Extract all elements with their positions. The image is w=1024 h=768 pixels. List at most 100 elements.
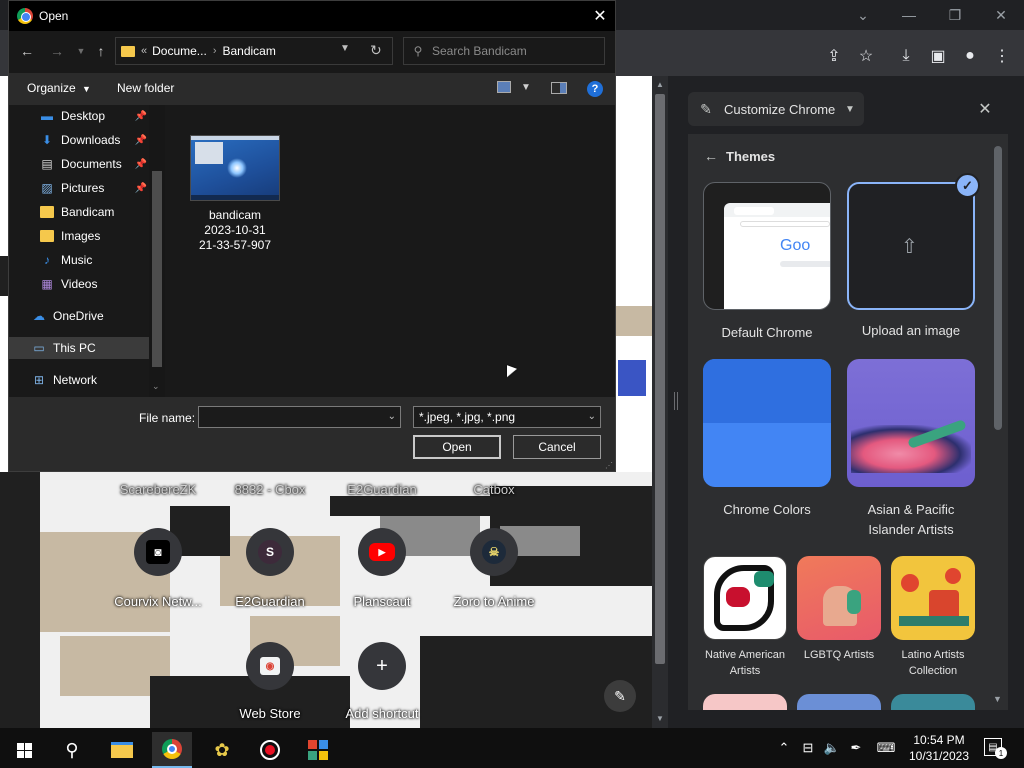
preview-pane-icon[interactable] <box>551 82 567 94</box>
organize-menu[interactable]: Organize ▼ <box>27 81 91 95</box>
theme-upload-image[interactable]: ⇧ <box>847 182 975 310</box>
change-view-icon[interactable] <box>497 81 511 93</box>
scroll-down-icon[interactable]: ⌄ <box>152 381 160 392</box>
network-icon[interactable]: ⊟ <box>796 740 820 756</box>
search-button[interactable]: ⚲ <box>52 732 92 768</box>
side-panel-icon[interactable]: ▣ <box>926 44 950 68</box>
onedrive-icon: ☁ <box>33 309 45 323</box>
overflow-chevron-icon[interactable]: « <box>141 45 147 57</box>
scroll-down-icon[interactable]: ▼ <box>993 694 1002 704</box>
shortcut-zoro[interactable]: ☠ <box>470 528 518 576</box>
nav-item-downloads[interactable]: ⬇ Downloads 📌 <box>9 129 149 151</box>
nav-item-desktop[interactable]: ▬ Desktop 📌 <box>9 105 149 127</box>
restore-button[interactable]: ❐ <box>932 0 978 30</box>
chrome-menu-icon[interactable]: ⋮ <box>990 44 1014 68</box>
theme-native-american[interactable] <box>703 556 787 640</box>
shortcut-e2guardian[interactable]: S <box>246 528 294 576</box>
page-scrollbar[interactable]: ▲ ▼ <box>652 76 668 728</box>
chrome-taskbar-button[interactable] <box>152 732 192 768</box>
minimize-button[interactable]: — <box>886 0 932 30</box>
help-icon[interactable]: ? <box>587 81 603 97</box>
dialog-titlebar[interactable]: Open ✕ <box>9 1 615 31</box>
up-arrow-icon[interactable]: ↑ <box>91 41 111 61</box>
customize-pencil-button[interactable]: ✎ <box>604 680 636 712</box>
breadcrumb-parent[interactable]: Docume... <box>152 44 207 58</box>
chevron-down-icon[interactable]: ▼ <box>521 82 531 93</box>
keyboard-icon[interactable]: ⌨ <box>868 740 904 756</box>
open-button[interactable]: Open <box>413 435 501 459</box>
nav-item-pictures[interactable]: ▨ Pictures 📌 <box>9 177 149 199</box>
notification-button[interactable]: ▤ 1 <box>984 738 1007 759</box>
bee-app-button[interactable]: ✿ <box>202 732 242 768</box>
pen-icon[interactable]: ✒ <box>844 740 868 756</box>
close-window-button[interactable]: ✕ <box>978 0 1024 30</box>
file-item[interactable]: bandicam 2023-10-31 21-33-57-907 <box>187 135 283 253</box>
nav-item-label: Network <box>53 373 98 387</box>
shortcut-planscaut[interactable]: ▶ <box>358 528 406 576</box>
search-input[interactable]: ⚲ Search Bandicam <box>403 37 605 65</box>
filename-input[interactable]: ⌄ <box>198 406 401 428</box>
scrollbar-thumb[interactable] <box>655 94 665 664</box>
artwork-image <box>945 568 961 584</box>
shortcut-courvix[interactable]: ◙ <box>134 528 182 576</box>
scrollbar-thumb[interactable] <box>994 146 1002 430</box>
themes-back-button[interactable]: ← Themes <box>704 148 775 164</box>
chevron-up-icon[interactable]: ⌃ <box>772 740 796 756</box>
panel-close-button[interactable]: ✕ <box>974 98 996 120</box>
panel-scrollbar[interactable]: ▼ <box>992 146 1004 708</box>
filetype-select[interactable]: *.jpeg, *.jpg, *.png ⌄ <box>413 406 601 428</box>
theme-lgbtq[interactable] <box>797 556 881 640</box>
app-grid-button[interactable] <box>298 732 338 768</box>
scrollbar-thumb[interactable] <box>152 171 162 367</box>
theme-card-partial[interactable] <box>891 694 975 710</box>
bandicam-taskbar-button[interactable] <box>250 732 290 768</box>
chevron-down-icon[interactable]: ▼ <box>340 43 350 54</box>
panel-resize-handle[interactable] <box>674 392 678 410</box>
file-explorer-button[interactable] <box>102 732 142 768</box>
download-icon[interactable]: ⤓ <box>894 44 918 68</box>
nav-item-network[interactable]: ⊞ Network <box>9 369 149 391</box>
nav-item-videos[interactable]: ▦ Videos <box>9 273 149 295</box>
nav-item-onedrive[interactable]: ☁ OneDrive <box>9 305 149 327</box>
chevron-down-icon[interactable]: ▼ <box>836 104 864 115</box>
back-arrow-icon[interactable]: ← <box>17 41 37 61</box>
forward-arrow-icon[interactable]: → <box>47 41 67 61</box>
add-shortcut-button[interactable]: + <box>358 642 406 690</box>
dialog-close-button[interactable]: ✕ <box>587 5 613 27</box>
nav-item-music[interactable]: ♪ Music <box>9 249 149 271</box>
panel-header[interactable]: ✎ Customize Chrome ▼ <box>688 92 864 126</box>
music-icon: ♪ <box>44 253 50 267</box>
nav-pane-scrollbar[interactable]: ⌄ <box>149 105 165 397</box>
tab-preview <box>734 207 774 215</box>
bookmark-star-icon[interactable]: ☆ <box>854 44 878 68</box>
nav-item-this-pc[interactable]: ▭ This PC <box>9 337 149 359</box>
chevron-down-icon[interactable]: ⌄ <box>388 411 396 422</box>
volume-muted-icon[interactable]: 🔈 <box>820 740 844 756</box>
theme-latino[interactable] <box>891 556 975 640</box>
start-button[interactable] <box>4 732 44 768</box>
taskbar-clock[interactable]: 10:54 PM 10/31/2023 <box>904 732 974 764</box>
nav-item-bandicam[interactable]: Bandicam <box>9 201 149 223</box>
theme-card-partial[interactable] <box>703 694 787 710</box>
notification-badge: 1 <box>995 747 1007 759</box>
profile-icon[interactable]: ● <box>958 44 982 68</box>
nav-item-images[interactable]: Images <box>9 225 149 247</box>
scroll-up-icon[interactable]: ▲ <box>656 80 664 89</box>
nav-item-documents[interactable]: ▤ Documents 📌 <box>9 153 149 175</box>
theme-card-partial[interactable] <box>797 694 881 710</box>
breadcrumb-current[interactable]: Bandicam <box>222 44 275 58</box>
resize-grip-icon[interactable]: ⋰ <box>605 461 613 470</box>
theme-default-chrome[interactable]: Goo <box>703 182 831 310</box>
share-icon[interactable]: ⇪ <box>822 44 846 68</box>
tab-search-icon[interactable]: ⌄ <box>840 0 886 30</box>
recent-locations-icon[interactable]: ▼ <box>71 41 91 61</box>
scroll-down-icon[interactable]: ▼ <box>656 714 664 723</box>
chrome-icon <box>17 8 33 24</box>
new-folder-button[interactable]: New folder <box>117 81 174 95</box>
theme-asian-pacific[interactable] <box>847 359 975 487</box>
cancel-button[interactable]: Cancel <box>513 435 601 459</box>
theme-chrome-colors[interactable] <box>703 359 831 487</box>
shortcut-web-store[interactable]: ◉ <box>246 642 294 690</box>
address-bar[interactable]: « Docume... › Bandicam ▼ ↻ <box>115 37 393 65</box>
refresh-icon[interactable]: ↻ <box>370 42 382 59</box>
